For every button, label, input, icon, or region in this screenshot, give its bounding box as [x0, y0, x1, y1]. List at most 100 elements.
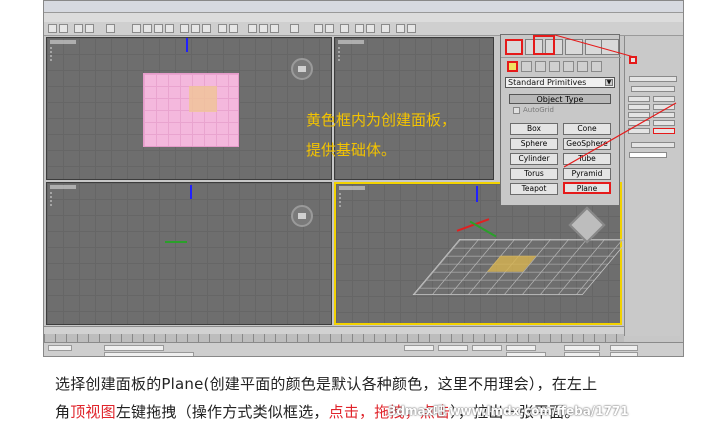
small-button[interactable]	[628, 128, 650, 134]
pink-plane-object[interactable]	[143, 73, 239, 147]
motion-tab-icon[interactable]	[565, 39, 583, 55]
select-object-button[interactable]	[132, 24, 141, 33]
y-coordinate-field[interactable]	[438, 345, 468, 351]
cone-button[interactable]: Cone	[563, 123, 611, 135]
helpers-category-icon[interactable]	[563, 61, 574, 72]
snap-toggle-button[interactable]	[248, 24, 257, 33]
undo-button[interactable]	[48, 24, 57, 33]
caption-line-1: 选择创建面板的Plane(创建平面的颜色是默认各种颜色，这里不用理会），在左上	[55, 375, 598, 393]
caption-text: 左键拖拽（操作方式类似框选，	[115, 403, 329, 421]
axis-z-indicator	[476, 186, 478, 202]
move-button[interactable]	[180, 24, 189, 33]
box-button[interactable]: Box	[510, 123, 558, 135]
select-by-name-button[interactable]	[143, 24, 152, 33]
percent-snap-button[interactable]	[270, 24, 279, 33]
grid-field	[506, 345, 536, 351]
geometry-category-icon[interactable]	[507, 61, 518, 72]
tube-button[interactable]: Tube	[563, 153, 611, 165]
viewcube-perspective-icon[interactable]	[568, 206, 606, 244]
small-button[interactable]	[628, 104, 650, 110]
viewport-stats	[50, 192, 72, 206]
small-plane-button[interactable]	[653, 128, 675, 134]
plane-segment-highlight	[189, 86, 217, 112]
set-key-button[interactable]	[564, 352, 600, 356]
auto-key-button[interactable]	[564, 345, 600, 351]
x-coordinate-field[interactable]	[404, 345, 434, 351]
material-editor-button[interactable]	[381, 24, 390, 33]
small-button[interactable]	[628, 120, 650, 126]
selection-filter-dropdown[interactable]	[106, 24, 115, 33]
small-button[interactable]	[628, 112, 650, 118]
key-mode-dropdown[interactable]	[610, 345, 638, 351]
lights-category-icon[interactable]	[535, 61, 546, 72]
status-message	[104, 345, 164, 351]
named-selection-dropdown[interactable]	[290, 24, 299, 33]
redo-button[interactable]	[59, 24, 68, 33]
cylinder-button[interactable]: Cylinder	[510, 153, 558, 165]
viewcube-left-icon[interactable]	[291, 205, 313, 227]
sphere-button[interactable]: Sphere	[510, 138, 558, 150]
rect-selection-button[interactable]	[154, 24, 163, 33]
cameras-category-icon[interactable]	[549, 61, 560, 72]
axis-y-indicator	[186, 38, 188, 52]
geosphere-button[interactable]: GeoSphere	[563, 138, 611, 150]
window-crossing-button[interactable]	[165, 24, 174, 33]
small-button[interactable]	[653, 112, 675, 118]
small-button[interactable]	[628, 96, 650, 102]
schematic-view-button[interactable]	[366, 24, 375, 33]
layer-manager-button[interactable]	[340, 24, 349, 33]
primitive-type-dropdown[interactable]: Standard Primitives ▼	[505, 77, 615, 88]
torus-button[interactable]: Torus	[510, 168, 558, 180]
time-slider[interactable]	[44, 326, 624, 334]
small-button[interactable]	[653, 96, 675, 102]
max-screenshot: 黄色框内为创建面板， 提供基础体。 Standard Primitives ▼ …	[43, 0, 684, 357]
chevron-down-icon[interactable]: ▼	[605, 79, 613, 86]
curve-editor-button[interactable]	[355, 24, 364, 33]
object-type-rollout-small[interactable]	[631, 86, 675, 92]
unlink-button[interactable]	[85, 24, 94, 33]
create-tab-small-icon[interactable]	[629, 56, 637, 64]
create-tab-icon[interactable]	[505, 39, 523, 55]
shapes-category-icon[interactable]	[521, 61, 532, 72]
systems-category-icon[interactable]	[591, 61, 602, 72]
script-listener-field[interactable]	[48, 345, 72, 351]
angle-snap-button[interactable]	[259, 24, 268, 33]
axis-z-indicator	[190, 185, 192, 199]
plane-preview-fill	[486, 255, 537, 272]
rotate-button[interactable]	[191, 24, 200, 33]
spacewarps-category-icon[interactable]	[577, 61, 588, 72]
name-color-rollout-small[interactable]	[631, 142, 675, 148]
z-coordinate-field[interactable]	[472, 345, 502, 351]
object-type-rollout[interactable]: Object Type	[509, 94, 611, 104]
scale-button[interactable]	[202, 24, 211, 33]
pivot-button[interactable]	[229, 24, 238, 33]
small-button[interactable]	[653, 120, 675, 126]
select-link-button[interactable]	[74, 24, 83, 33]
viewport-stats	[339, 193, 361, 207]
viewport-label-front[interactable]	[338, 40, 364, 44]
viewport-top[interactable]	[46, 37, 332, 180]
create-tab-highlight	[533, 35, 555, 55]
pyramid-button[interactable]: Pyramid	[563, 168, 611, 180]
render-setup-button[interactable]	[396, 24, 405, 33]
viewport-label-perspective[interactable]	[339, 186, 365, 190]
mirror-button[interactable]	[314, 24, 323, 33]
render-button[interactable]	[407, 24, 416, 33]
key-filters-button[interactable]	[610, 352, 638, 356]
primitive-dropdown-small[interactable]	[629, 76, 677, 82]
object-name-field[interactable]	[629, 152, 667, 158]
plane-button[interactable]: Plane	[563, 182, 611, 194]
viewcube-top-icon[interactable]	[291, 58, 313, 80]
perspective-home-grid	[412, 239, 630, 295]
small-button[interactable]	[653, 104, 675, 110]
utilities-tab-icon[interactable]	[601, 39, 619, 55]
viewport-left[interactable]	[46, 182, 332, 325]
coordinate-system-dropdown[interactable]	[218, 24, 227, 33]
track-bar[interactable]	[44, 334, 624, 342]
align-button[interactable]	[325, 24, 334, 33]
viewport-label-left[interactable]	[50, 185, 76, 189]
viewport-label-top[interactable]	[50, 40, 76, 44]
autogrid-checkbox[interactable]	[513, 107, 520, 114]
add-time-tag-button[interactable]	[506, 352, 546, 356]
teapot-button[interactable]: Teapot	[510, 183, 558, 195]
